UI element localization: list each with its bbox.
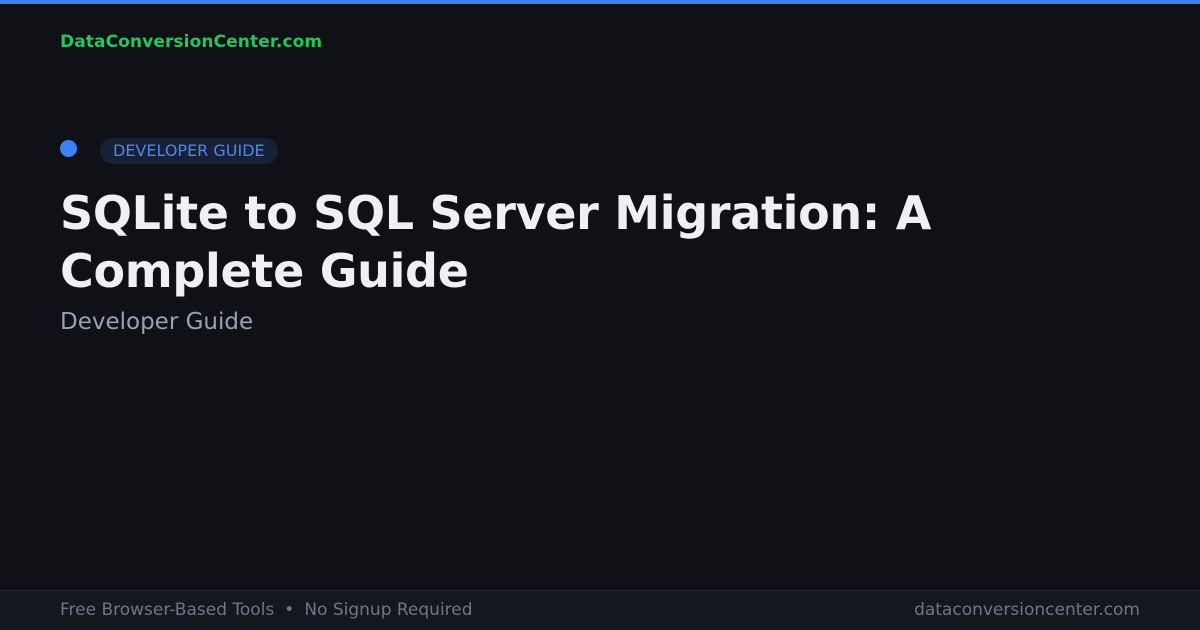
footer: Free Browser-Based Tools • No Signup Requi… — [0, 590, 1200, 630]
footer-domain-link[interactable]: dataconversioncenter.com — [914, 591, 1140, 630]
category-badge[interactable]: DEVELOPER GUIDE — [100, 138, 278, 164]
footer-separator: • — [284, 600, 295, 620]
page-title: SQLite to SQL Server Migration: A Comple… — [60, 186, 931, 298]
footer-item-no-signup: No Signup Required — [304, 600, 473, 620]
top-accent-bar — [0, 0, 1200, 4]
brand-name[interactable]: DataConversionCenter.com — [60, 32, 322, 52]
category-dot-icon — [60, 140, 77, 157]
footer-item-free-tools: Free Browser-Based Tools — [60, 600, 275, 620]
page-subtitle: Developer Guide — [60, 309, 254, 335]
footer-tagline: Free Browser-Based Tools • No Signup Requi… — [60, 591, 473, 630]
